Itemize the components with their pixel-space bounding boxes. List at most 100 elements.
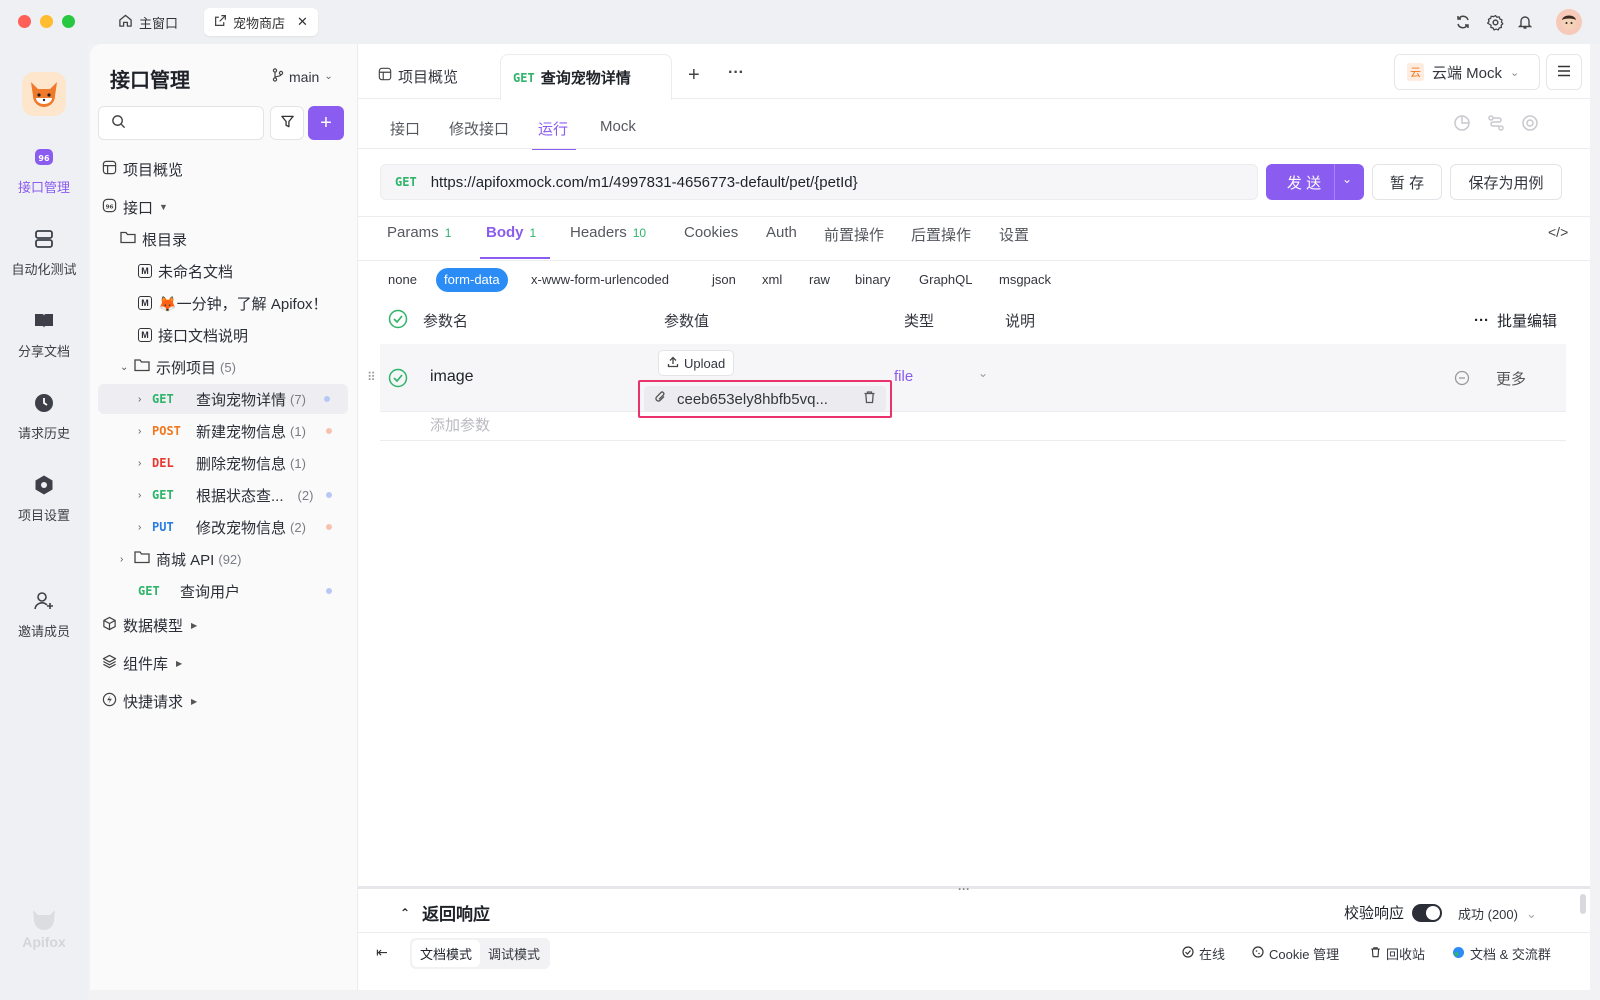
body-type-binary[interactable]: binary — [855, 268, 890, 292]
upload-button[interactable]: Upload — [658, 350, 735, 376]
window-tab-main[interactable]: 主窗口 — [108, 8, 188, 36]
debug-mode-button[interactable]: 调试模式 — [480, 940, 548, 967]
filter-button[interactable] — [270, 106, 304, 140]
param-name[interactable]: image — [430, 368, 474, 386]
flow-icon[interactable] — [1487, 114, 1505, 135]
body-type-form-data[interactable]: form-data — [436, 268, 508, 292]
tab-post-processors[interactable]: 后置操作 — [911, 224, 971, 245]
more-button[interactable]: 更多 — [1496, 368, 1526, 389]
sidebar-doc-item[interactable]: M 接口文档说明 — [90, 320, 358, 350]
sidebar-item-api-root[interactable]: 96 接口 ▼ — [90, 192, 358, 222]
search-input[interactable] — [132, 115, 252, 131]
nav-project-settings[interactable]: 项目设置 — [0, 474, 88, 524]
online-status[interactable]: 在线 — [1182, 944, 1225, 963]
save-draft-button[interactable]: 暂 存 — [1372, 164, 1442, 200]
param-type-select[interactable]: file — [894, 368, 913, 385]
branch-selector[interactable]: main ⌄ — [272, 68, 333, 85]
sync-icon[interactable] — [1454, 13, 1472, 31]
tab-cookies[interactable]: Cookies — [684, 224, 738, 241]
tab-get-pet-detail[interactable]: GET 查询宠物详情 — [500, 54, 672, 100]
bell-icon[interactable] — [1516, 13, 1534, 31]
trash-bin[interactable]: 回收站 — [1370, 944, 1425, 963]
nav-shared-docs[interactable]: 分享文档 — [0, 310, 88, 360]
endpoint-item[interactable]: › PUT 修改宠物信息 (2) — [90, 512, 358, 542]
maximize-window-button[interactable] — [62, 15, 75, 28]
doc-mode-button[interactable]: 文档模式 — [412, 940, 481, 967]
url-input[interactable]: https://apifoxmock.com/m1/4997831-465677… — [431, 174, 858, 191]
subtab-api[interactable]: 接口 — [390, 118, 420, 139]
body-type-none[interactable]: none — [388, 268, 417, 292]
endpoint-item[interactable]: › POST 新建宠物信息 (1) — [90, 416, 358, 446]
project-logo[interactable] — [22, 72, 66, 116]
nav-automated-testing[interactable]: 自动化测试 — [0, 228, 88, 278]
target-icon[interactable] — [1521, 114, 1539, 135]
nav-api-management[interactable]: 96 接口管理 — [0, 146, 88, 196]
add-button[interactable]: + — [308, 106, 344, 140]
save-as-case-button[interactable]: 保存为用例 — [1450, 164, 1562, 200]
tab-headers[interactable]: Headers 10 — [570, 224, 646, 241]
scrollbar[interactable] — [1580, 894, 1586, 914]
sidebar-folder-example[interactable]: ⌄ 示例项目 (5) — [90, 352, 358, 382]
docs-community[interactable]: 文档 & 交流群 — [1452, 944, 1551, 963]
sidebar-doc-item[interactable]: M 🦊一分钟，了解 Apifox！ — [90, 288, 358, 318]
uploaded-file-chip[interactable]: ceeb653ely8hbfb5vq... — [644, 386, 886, 412]
body-type-raw[interactable]: raw — [809, 268, 830, 292]
close-tab-icon[interactable]: ✕ — [297, 14, 308, 30]
close-window-button[interactable] — [18, 15, 31, 28]
tab-pre-processors[interactable]: 前置操作 — [824, 224, 884, 245]
sidebar-item-data-models[interactable]: 数据模型 ▶ — [90, 610, 358, 640]
endpoint-item[interactable]: › GET 根据状态查... (2) — [90, 480, 358, 510]
chevron-down-icon[interactable]: ⌄ — [978, 366, 988, 380]
trash-icon[interactable] — [863, 390, 876, 408]
row-check-icon[interactable] — [388, 368, 408, 391]
endpoint-item[interactable]: › GET 查询宠物详情 (7) — [98, 384, 348, 414]
remove-row-icon[interactable] — [1454, 370, 1470, 389]
validate-toggle[interactable] — [1412, 903, 1443, 922]
response-status-select[interactable]: 成功 (200) ⌄ — [1458, 904, 1537, 923]
tab-body[interactable]: Body 1 — [486, 224, 536, 241]
more-tabs-button[interactable]: ··· — [728, 64, 744, 82]
body-type-graphql[interactable]: GraphQL — [919, 268, 972, 292]
minimize-window-button[interactable] — [40, 15, 53, 28]
response-toggle[interactable]: ⌃ 返回响应 — [400, 900, 490, 925]
drag-dots-icon[interactable]: ··· — [958, 882, 970, 896]
url-bar[interactable]: GET https://apifoxmock.com/m1/4997831-46… — [380, 164, 1258, 200]
drag-handle-icon[interactable]: ⠿ — [367, 370, 376, 384]
tab-project-overview[interactable]: 项目概览 — [366, 54, 470, 98]
endpoint-item[interactable]: GET 查询用户 — [90, 576, 358, 606]
sidebar-item-root-dir[interactable]: 根目录 — [90, 224, 358, 254]
subtab-run[interactable]: 运行 — [538, 118, 568, 139]
send-button[interactable]: 发 送 ⌄ — [1266, 164, 1364, 200]
pie-icon[interactable] — [1453, 114, 1471, 135]
cookie-manager[interactable]: Cookie 管理 — [1252, 944, 1339, 963]
menu-button[interactable] — [1546, 54, 1582, 90]
code-icon[interactable]: </> — [1548, 224, 1568, 240]
body-type-urlencoded[interactable]: x-www-form-urlencoded — [531, 268, 669, 292]
new-tab-button[interactable]: + — [688, 64, 700, 87]
subtab-mock[interactable]: Mock — [600, 118, 636, 135]
add-param-placeholder[interactable]: 添加参数 — [430, 414, 490, 435]
sidebar-doc-item[interactable]: M 未命名文档 — [90, 256, 358, 286]
resize-divider[interactable] — [358, 886, 1590, 889]
nav-invite-members[interactable]: 邀请成员 — [0, 590, 88, 640]
table-row[interactable]: ⠿ image Upload ceeb653ely8hbfb5vq... fil… — [367, 344, 1566, 418]
sidebar-item-quick-request[interactable]: 快捷请求 ▶ — [90, 686, 358, 716]
sidebar-folder-shop[interactable]: › 商城 API (92) — [90, 544, 358, 574]
sidebar-item-components[interactable]: 组件库 ▶ — [90, 648, 358, 678]
gear-icon[interactable] — [1486, 13, 1504, 31]
tab-auth[interactable]: Auth — [766, 224, 797, 241]
collapse-sidebar-icon[interactable]: ⇤ — [376, 944, 388, 961]
tab-params[interactable]: Params 1 — [387, 224, 451, 241]
nav-request-history[interactable]: 请求历史 — [0, 392, 88, 442]
environment-selector[interactable]: 云 云端 Mock ⌄ — [1394, 54, 1540, 90]
chevron-down-icon[interactable]: ⌄ — [1342, 172, 1352, 186]
window-tab-pet-store[interactable]: 宠物商店 ✕ — [204, 8, 318, 36]
body-type-xml[interactable]: xml — [762, 268, 782, 292]
avatar[interactable] — [1556, 9, 1582, 35]
body-type-json[interactable]: json — [712, 268, 736, 292]
bulk-edit-button[interactable]: ··· 批量编辑 — [1474, 310, 1557, 331]
subtab-edit-api[interactable]: 修改接口 — [449, 118, 509, 139]
body-type-msgpack[interactable]: msgpack — [999, 268, 1051, 292]
sidebar-item-overview[interactable]: 项目概览 — [90, 154, 358, 184]
tab-settings[interactable]: 设置 — [999, 224, 1029, 245]
